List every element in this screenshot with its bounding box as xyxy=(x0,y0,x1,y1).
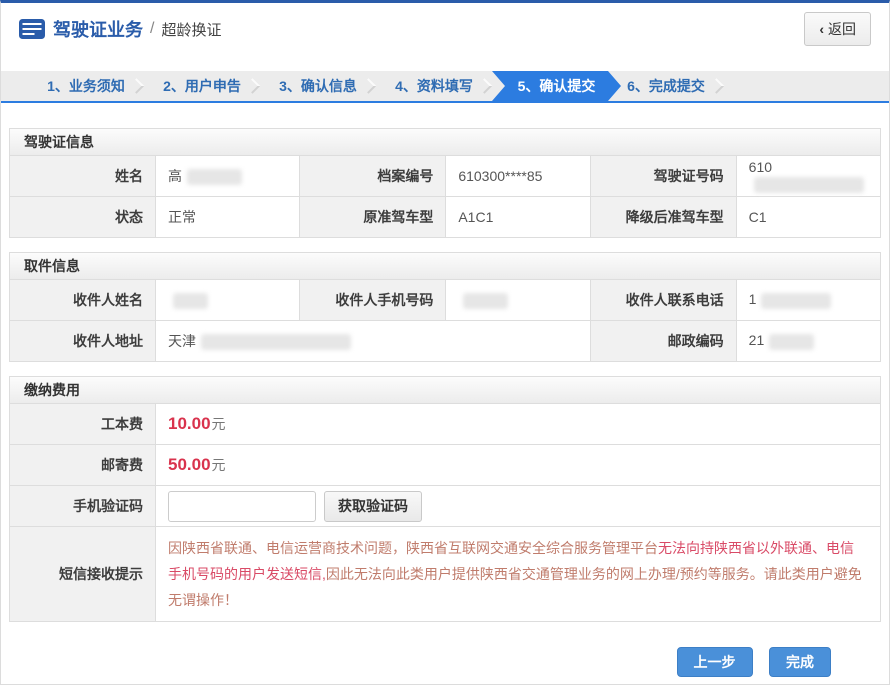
back-chevron-icon: ‹ xyxy=(819,21,824,37)
recipient-phone-label: 收件人联系电话 xyxy=(590,280,736,321)
section-pickup-info: 取件信息 收件人姓名 收件人手机号码 收件人联系电话 1 收件人地址 天津 邮政… xyxy=(9,252,881,362)
fees-title: 缴纳费用 xyxy=(9,376,881,404)
recipient-phone-value: 1 xyxy=(736,280,880,321)
section-fees: 缴纳费用 工本费 10.00元 邮寄费 50.00元 手机验证码 获取验证码 短… xyxy=(9,376,881,622)
redacted-text xyxy=(463,293,508,309)
table-row: 手机验证码 获取验证码 xyxy=(10,486,881,527)
table-row: 状态 正常 原准驾车型 A1C1 降级后准驾车型 C1 xyxy=(10,197,881,238)
status-label: 状态 xyxy=(10,197,156,238)
fee-unit: 元 xyxy=(212,457,226,473)
recipient-mobile-label: 收件人手机号码 xyxy=(300,280,446,321)
step-tab-label: 3、确认信息 xyxy=(279,78,357,94)
license-no-value: 610 xyxy=(736,156,880,197)
step-tab-label: 1、业务须知 xyxy=(47,78,125,94)
finish-button[interactable]: 完成 xyxy=(769,647,831,677)
pickup-info-table: 收件人姓名 收件人手机号码 收件人联系电话 1 收件人地址 天津 邮政编码 21 xyxy=(9,279,881,362)
table-row: 收件人地址 天津 邮政编码 21 xyxy=(10,321,881,362)
section-license-info: 驾驶证信息 姓名 高 档案编号 610300****85 驾驶证号码 610 状… xyxy=(9,128,881,238)
sms-notice-text: 因陕西省联通、电信运营商技术问题，陕西省互联网交通安全综合服务管理平台无法向持陕… xyxy=(156,527,881,622)
step-nav: 1、业务须知 2、用户申告 3、确认信息 4、资料填写 5、确认提交 6、完成提… xyxy=(1,71,889,103)
step-tab-5-active[interactable]: 5、确认提交 xyxy=(492,71,621,101)
file-no-label: 档案编号 xyxy=(300,156,446,197)
redacted-text xyxy=(769,334,814,350)
downgraded-class-value: C1 xyxy=(736,197,880,238)
license-info-table: 姓名 高 档案编号 610300****85 驾驶证号码 610 状态 正常 原… xyxy=(9,155,881,238)
name-value: 高 xyxy=(156,156,300,197)
file-no-value: 610300****85 xyxy=(446,156,590,197)
fee-amount: 10.00 xyxy=(168,414,211,433)
page-title: 驾驶证业务 xyxy=(53,16,143,42)
redacted-text xyxy=(201,334,351,350)
recipient-name-label: 收件人姓名 xyxy=(10,280,156,321)
step-tab-2[interactable]: 2、用户申告 xyxy=(144,71,260,101)
recipient-address-label: 收件人地址 xyxy=(10,321,156,362)
license-info-title: 驾驶证信息 xyxy=(9,128,881,156)
fee-unit: 元 xyxy=(212,416,226,432)
sms-notice-label: 短信接收提示 xyxy=(10,527,156,622)
postal-code-label: 邮政编码 xyxy=(590,321,736,362)
fee-amount: 50.00 xyxy=(168,455,211,474)
name-label: 姓名 xyxy=(10,156,156,197)
step-tab-label: 6、完成提交 xyxy=(627,78,705,94)
sms-code-cell: 获取验证码 xyxy=(156,486,881,527)
sms-code-label: 手机验证码 xyxy=(10,486,156,527)
production-fee-label: 工本费 xyxy=(10,404,156,445)
redacted-text xyxy=(754,177,864,193)
table-row: 工本费 10.00元 xyxy=(10,404,881,445)
postal-code-value: 21 xyxy=(736,321,880,362)
downgraded-class-label: 降级后准驾车型 xyxy=(590,197,736,238)
mailing-fee-label: 邮寄费 xyxy=(10,445,156,486)
fees-table: 工本费 10.00元 邮寄费 50.00元 手机验证码 获取验证码 短信接收提示… xyxy=(9,403,881,622)
step-tab-1[interactable]: 1、业务须知 xyxy=(28,71,144,101)
step-tab-label: 2、用户申告 xyxy=(163,78,241,94)
redacted-text xyxy=(187,169,242,185)
orig-class-value: A1C1 xyxy=(446,197,590,238)
license-card-icon xyxy=(19,19,45,39)
page: 驾驶证业务 / 超龄换证 ‹返回 1、业务须知 2、用户申告 3、确认信息 4、… xyxy=(0,0,890,685)
redacted-text xyxy=(173,293,208,309)
back-label: 返回 xyxy=(828,21,856,37)
orig-class-label: 原准驾车型 xyxy=(300,197,446,238)
redacted-text xyxy=(761,293,831,309)
mailing-fee-value: 50.00元 xyxy=(156,445,881,486)
get-code-button[interactable]: 获取验证码 xyxy=(324,491,422,522)
step-tab-3[interactable]: 3、确认信息 xyxy=(260,71,376,101)
pickup-info-title: 取件信息 xyxy=(9,252,881,280)
step-tab-6[interactable]: 6、完成提交 xyxy=(608,71,724,101)
recipient-mobile-value xyxy=(446,280,590,321)
notice-part-1: 因陕西省联通、电信运营商技术问题，陕西省互联网交通安全综合服务管理平台 xyxy=(168,540,658,556)
table-row: 姓名 高 档案编号 610300****85 驾驶证号码 610 xyxy=(10,156,881,197)
table-row: 邮寄费 50.00元 xyxy=(10,445,881,486)
recipient-name-value xyxy=(156,280,300,321)
table-row: 收件人姓名 收件人手机号码 收件人联系电话 1 xyxy=(10,280,881,321)
content: 驾驶证信息 姓名 高 档案编号 610300****85 驾驶证号码 610 状… xyxy=(1,128,889,622)
step-tab-label: 4、资料填写 xyxy=(395,78,473,94)
production-fee-value: 10.00元 xyxy=(156,404,881,445)
breadcrumb-separator: / xyxy=(150,20,154,38)
step-nav-filler xyxy=(724,71,889,101)
status-value: 正常 xyxy=(156,197,300,238)
step-tab-label: 5、确认提交 xyxy=(518,78,596,94)
header-bar: 驾驶证业务 / 超龄换证 ‹返回 xyxy=(1,3,889,55)
sms-code-input[interactable] xyxy=(168,491,316,522)
breadcrumb-current: 超龄换证 xyxy=(161,19,221,40)
step-tab-4[interactable]: 4、资料填写 xyxy=(376,71,492,101)
recipient-address-value: 天津 xyxy=(156,321,591,362)
action-bar: 上一步 完成 xyxy=(1,647,889,677)
license-no-label: 驾驶证号码 xyxy=(590,156,736,197)
prev-step-button[interactable]: 上一步 xyxy=(677,647,753,677)
table-row: 短信接收提示 因陕西省联通、电信运营商技术问题，陕西省互联网交通安全综合服务管理… xyxy=(10,527,881,622)
back-button[interactable]: ‹返回 xyxy=(804,12,871,46)
